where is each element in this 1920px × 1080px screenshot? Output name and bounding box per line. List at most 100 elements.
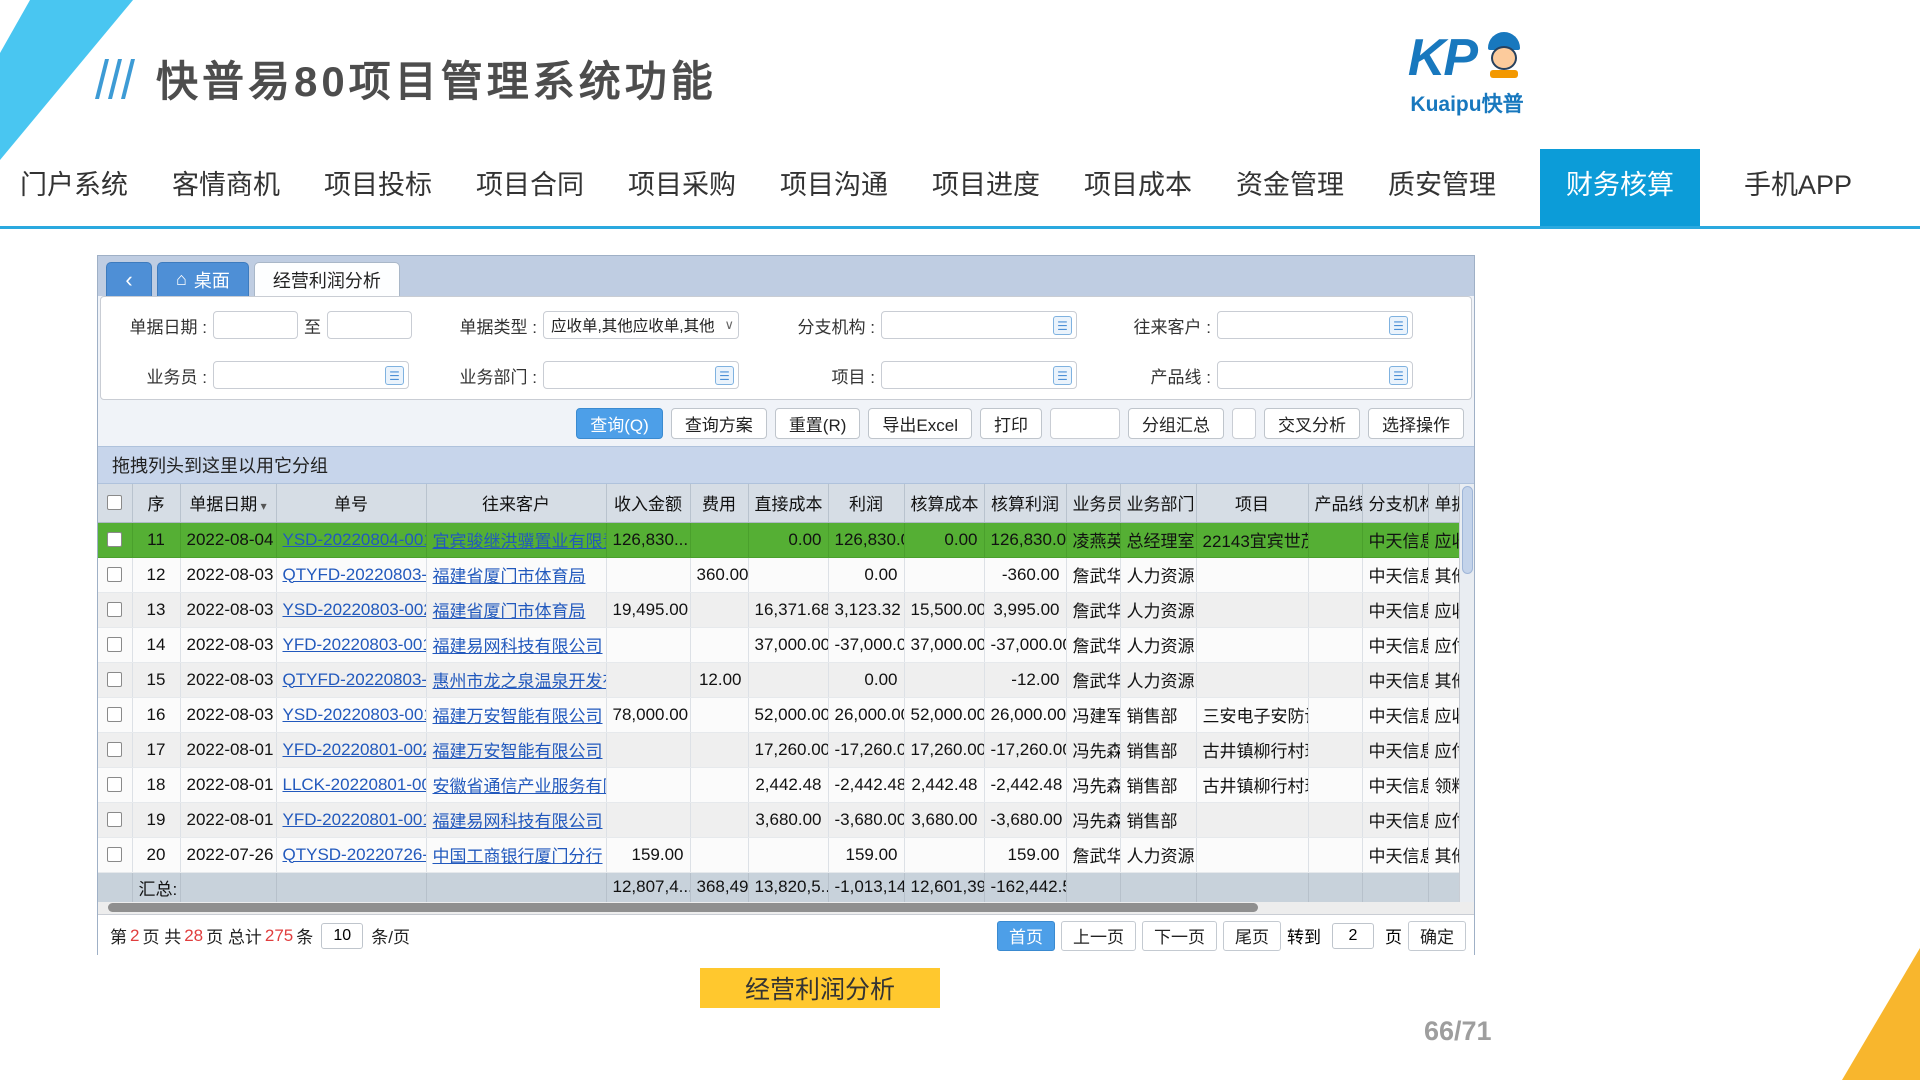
customer-link[interactable]: 宜宾骏继洪骥置业有限责任公...	[433, 532, 607, 551]
page-nav-button-0[interactable]: 首页	[997, 921, 1055, 951]
empty-box-7[interactable]	[1232, 408, 1256, 439]
list-lookup-icon[interactable]	[1389, 366, 1408, 385]
col-header-2[interactable]: 单据日期	[180, 484, 276, 522]
customer-link[interactable]: 福建易网科技有限公司	[433, 812, 603, 831]
action-button-9[interactable]: 选择操作	[1368, 408, 1464, 439]
confirm-button[interactable]: 确定	[1408, 921, 1466, 951]
doc-number-link[interactable]: YFD-20220801-002	[283, 740, 427, 759]
select-all-header[interactable]	[98, 484, 132, 522]
date-from-input[interactable]	[213, 311, 298, 339]
vertical-scrollbar[interactable]	[1459, 484, 1474, 902]
list-lookup-icon[interactable]	[385, 366, 404, 385]
list-lookup-icon[interactable]	[1053, 316, 1072, 335]
row-checkbox[interactable]	[107, 777, 122, 792]
nav-item-0[interactable]: 门户系统	[20, 163, 128, 226]
col-header-14[interactable]: 产品线	[1308, 484, 1362, 522]
nav-item-3[interactable]: 项目合同	[476, 163, 584, 226]
nav-item-8[interactable]: 资金管理	[1236, 163, 1344, 226]
nav-item-2[interactable]: 项目投标	[324, 163, 432, 226]
doc-number-link[interactable]: QTYFD-20220803-001	[283, 670, 427, 689]
col-header-10[interactable]: 核算利润	[984, 484, 1066, 522]
customer-link[interactable]: 福建万安智能有限公司	[433, 707, 603, 726]
row-checkbox[interactable]	[107, 707, 122, 722]
nav-item-11[interactable]: 手机APP	[1744, 163, 1852, 226]
action-button-3[interactable]: 导出Excel	[868, 408, 972, 439]
customer-link[interactable]: 中国工商银行厦门分行	[433, 847, 603, 866]
goto-page-input[interactable]	[1332, 923, 1374, 949]
customer-link[interactable]: 福建易网科技有限公司	[433, 637, 603, 656]
list-lookup-icon[interactable]	[1389, 316, 1408, 335]
customer-link[interactable]: 安徽省通信产业服务有限公司	[433, 777, 607, 796]
row-checkbox[interactable]	[107, 742, 122, 757]
nav-item-1[interactable]: 客情商机	[172, 163, 280, 226]
list-lookup-icon[interactable]	[1053, 366, 1072, 385]
row-checkbox[interactable]	[107, 567, 122, 582]
doc-number-link[interactable]: YSD-20220804-001	[283, 530, 427, 549]
row-checkbox[interactable]	[107, 637, 122, 652]
action-button-1[interactable]: 查询方案	[671, 408, 767, 439]
doc-number-link[interactable]: YSD-20220803-002	[283, 600, 427, 619]
customer-link[interactable]: 福建省厦门市体育局	[433, 567, 586, 586]
vertical-scrollbar-thumb[interactable]	[1462, 486, 1473, 574]
list-lookup-icon[interactable]	[715, 366, 734, 385]
customer-link[interactable]: 惠州市龙之泉温泉开发有限公...	[433, 672, 607, 691]
lookup-input[interactable]	[881, 311, 1077, 339]
row-checkbox[interactable]	[107, 847, 122, 862]
doc-number-link[interactable]: YFD-20220801-001	[283, 810, 427, 829]
page-nav-button-3[interactable]: 尾页	[1223, 921, 1281, 951]
lookup-input[interactable]	[213, 361, 409, 389]
col-header-8[interactable]: 利润	[828, 484, 904, 522]
doc-number-link[interactable]: YSD-20220803-001	[283, 705, 427, 724]
customer-link[interactable]: 福建省厦门市体育局	[433, 602, 586, 621]
date-to-input[interactable]	[327, 311, 412, 339]
tab-desktop[interactable]: 桌面	[157, 262, 249, 296]
horizontal-scrollbar[interactable]	[98, 902, 1474, 914]
back-button[interactable]: ‹	[106, 262, 152, 296]
lookup-input[interactable]	[881, 361, 1077, 389]
col-header-13[interactable]: 项目	[1196, 484, 1308, 522]
col-header-7[interactable]: 直接成本	[748, 484, 828, 522]
row-checkbox[interactable]	[107, 532, 122, 547]
row-checkbox[interactable]	[107, 812, 122, 827]
col-header-12[interactable]: 业务部门	[1120, 484, 1196, 522]
lookup-input[interactable]	[1217, 361, 1413, 389]
row-checkbox[interactable]	[107, 672, 122, 687]
page-nav-button-2[interactable]: 下一页	[1142, 921, 1217, 951]
action-button-2[interactable]: 重置(R)	[775, 408, 861, 439]
nav-item-9[interactable]: 质安管理	[1388, 163, 1496, 226]
col-header-3[interactable]: 单号	[276, 484, 426, 522]
customer-link[interactable]: 福建万安智能有限公司	[433, 742, 603, 761]
lookup-input[interactable]	[543, 361, 739, 389]
doc-type-select[interactable]: 应收单,其他应收单,其他应付单	[543, 311, 739, 339]
action-button-4[interactable]: 打印	[980, 408, 1042, 439]
nav-item-6[interactable]: 项目进度	[932, 163, 1040, 226]
page-nav-button-1[interactable]: 上一页	[1061, 921, 1136, 951]
col-header-label: 往来客户	[482, 495, 550, 514]
col-header-5[interactable]: 收入金额	[606, 484, 690, 522]
nav-item-10[interactable]: 财务核算	[1540, 149, 1700, 226]
col-header-4[interactable]: 往来客户	[426, 484, 606, 522]
nav-item-4[interactable]: 项目采购	[628, 163, 736, 226]
empty-box-5[interactable]	[1050, 408, 1120, 439]
nav-item-7[interactable]: 项目成本	[1084, 163, 1192, 226]
doc-number-link[interactable]: LLCK-20220801-001	[283, 775, 427, 794]
select-all-checkbox[interactable]	[107, 495, 122, 510]
col-header-11[interactable]: 业务员	[1066, 484, 1120, 522]
col-header-15[interactable]: 分支机构	[1362, 484, 1428, 522]
action-button-0[interactable]: 查询(Q)	[576, 408, 663, 439]
page-size-input[interactable]	[321, 923, 363, 949]
row-checkbox[interactable]	[107, 602, 122, 617]
horizontal-scrollbar-thumb[interactable]	[108, 903, 1258, 912]
doc-number-link[interactable]: QTYSD-20220726-001	[283, 845, 427, 864]
doc-number-link[interactable]: YFD-20220803-001	[283, 635, 427, 654]
group-drop-zone[interactable]: 拖拽列头到这里以用它分组	[98, 446, 1474, 484]
action-button-8[interactable]: 交叉分析	[1264, 408, 1360, 439]
lookup-input[interactable]	[1217, 311, 1413, 339]
action-button-6[interactable]: 分组汇总	[1128, 408, 1224, 439]
tab-profit-analysis[interactable]: 经营利润分析	[254, 262, 400, 296]
nav-item-5[interactable]: 项目沟通	[780, 163, 888, 226]
col-header-6[interactable]: 费用	[690, 484, 748, 522]
col-header-1[interactable]: 序	[132, 484, 180, 522]
doc-number-link[interactable]: QTYFD-20220803-002	[283, 565, 427, 584]
col-header-9[interactable]: 核算成本	[904, 484, 984, 522]
